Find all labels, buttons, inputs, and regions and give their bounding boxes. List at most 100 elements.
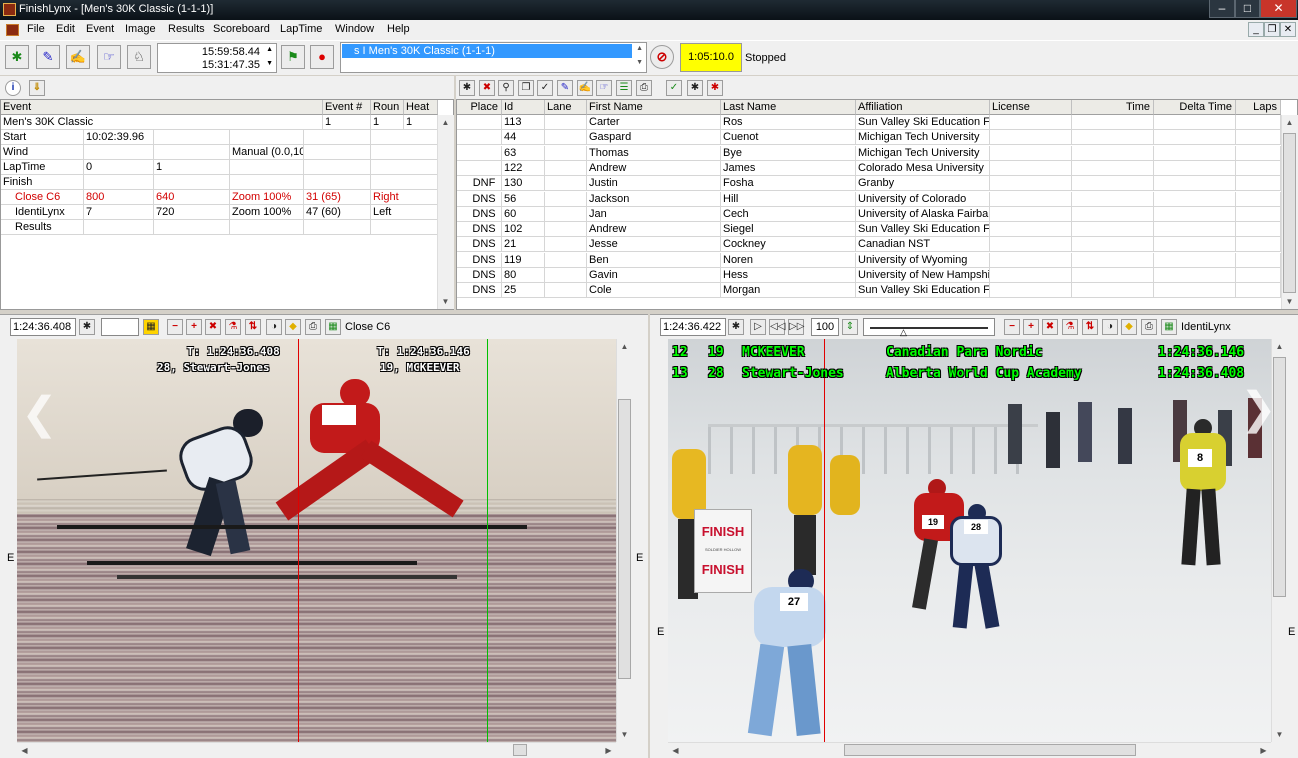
event-detail-row[interactable]: Finish [1, 175, 438, 190]
left-split-icon[interactable]: ⚗ [225, 319, 241, 335]
results-edit-icon[interactable]: ✎ [557, 80, 573, 96]
results-check-icon[interactable]: ✓ [537, 80, 553, 96]
left-hscroll-right-icon[interactable]: ▶ [601, 743, 616, 758]
edit-event-icon[interactable]: ✍ [66, 45, 90, 69]
results-star-icon[interactable]: ✱ [687, 80, 703, 96]
event-detail-row[interactable]: Wind Manual (0.0,10.0) [1, 145, 438, 160]
result-row[interactable]: 122 Andrew James Colorado Mesa University [457, 160, 1281, 176]
event-detail-row[interactable]: LapTime 0 1 [1, 160, 438, 175]
right-vscroll-down-icon[interactable]: ▼ [1272, 727, 1287, 742]
right-brightness-icon[interactable]: ◆ [1121, 319, 1137, 335]
results-accept-icon[interactable]: ✓ [666, 80, 682, 96]
left-vscroll-up-icon[interactable]: ▲ [617, 339, 632, 354]
scroll-up-icon[interactable]: ▲ [438, 115, 453, 130]
results-capture-icon[interactable]: ✱ [459, 80, 475, 96]
next-event-icon[interactable]: ☞ [97, 45, 121, 69]
prev-image-icon[interactable]: ❮ [21, 384, 58, 444]
right-camera-image[interactable]: FINISH SOLDIER HOLLOW FINISH 27 19 28 8 … [668, 339, 1271, 742]
right-print-icon[interactable]: ⎙ [1141, 319, 1157, 335]
event-scroll-up-icon[interactable]: ▲ [636, 45, 643, 52]
menu-edit[interactable]: Edit [56, 23, 75, 35]
right-delete-icon[interactable]: ✖ [1042, 319, 1058, 335]
results-scroll-thumb[interactable] [1283, 133, 1296, 293]
left-hscroll-thumb[interactable] [513, 744, 527, 756]
time-spin-up-icon[interactable]: ▲ [266, 46, 273, 53]
right-cursor-icon[interactable]: ⇅ [1082, 319, 1098, 335]
left-cursor-icon[interactable]: ⇅ [245, 319, 261, 335]
left-id-input[interactable] [101, 318, 139, 336]
left-delete-icon[interactable]: ✖ [205, 319, 221, 335]
result-row[interactable]: DNS 25 Cole Morgan Sun Valley Ski Education … [457, 283, 1281, 299]
left-hscroll-left-icon[interactable]: ◀ [17, 743, 32, 758]
result-row[interactable]: DNS 80 Gavin Hess University of New Hampshi [457, 268, 1281, 283]
left-print-icon[interactable]: ⎙ [305, 319, 321, 335]
down-arrow-icon[interactable]: ⇓ [29, 80, 45, 96]
event-grid-scrollbar[interactable]: ▲ ▼ [437, 115, 454, 309]
col-laps[interactable]: Laps [1236, 100, 1281, 115]
right-vscroll-up-icon[interactable]: ▲ [1272, 339, 1287, 354]
results-scroll-down-icon[interactable]: ▼ [1282, 294, 1297, 309]
no-runner-icon[interactable]: ⊘ [650, 45, 674, 69]
minimize-button[interactable]: – [1209, 0, 1235, 18]
right-capture-icon[interactable]: ✱ [728, 319, 744, 335]
left-vscroll-down-icon[interactable]: ▼ [617, 727, 632, 742]
scroll-down-icon[interactable]: ▼ [438, 294, 453, 309]
event-scroll-down-icon[interactable]: ▼ [636, 59, 643, 66]
rewind-icon[interactable]: ◁◁ [769, 319, 785, 335]
event-detail-row[interactable]: IdentiLynx 7 720 Zoom 100% 47 (60) Left [1, 205, 438, 220]
playback-slider[interactable]: △ [863, 318, 995, 337]
col-lane[interactable]: Lane [545, 100, 587, 115]
event-detail-row[interactable]: Results [1, 220, 438, 235]
col-affiliation[interactable]: Affiliation [856, 100, 990, 115]
right-grid-icon[interactable]: ▦ [1161, 319, 1177, 335]
menu-file[interactable]: File [27, 23, 45, 35]
left-image-vscroll[interactable]: ▲ ▼ [616, 339, 633, 742]
col-delta-time[interactable]: Delta Time [1154, 100, 1236, 115]
left-zoom-in-icon[interactable]: + [186, 319, 202, 335]
left-calendar-icon[interactable]: ▦ [143, 319, 159, 335]
mdi-minimize-button[interactable]: _ [1248, 22, 1264, 37]
menu-results[interactable]: Results [168, 23, 205, 35]
result-row[interactable]: 63 Thomas Bye Michigan Tech University [457, 145, 1281, 161]
event-detail-row[interactable]: Start 10:02:39.96 [1, 130, 438, 145]
menu-event[interactable]: Event [86, 23, 114, 35]
left-capture-icon[interactable]: ✱ [79, 319, 95, 335]
right-hscroll-right-icon[interactable]: ▶ [1256, 743, 1271, 758]
left-grid-icon[interactable]: ▦ [325, 319, 341, 335]
event-selector[interactable]: s I Men's 30K Classic (1-1-1) ▲ ▼ [340, 42, 647, 73]
right-hscroll-left-icon[interactable]: ◀ [668, 743, 683, 758]
right-contrast-icon[interactable]: ◑ [1102, 319, 1118, 335]
right-zoom-in-icon[interactable]: + [1023, 319, 1039, 335]
results-scrollbar[interactable]: ▲ ▼ [1281, 115, 1298, 309]
col-license[interactable]: License [990, 100, 1072, 115]
result-row[interactable]: DNS 119 Ben Noren University of Wyoming [457, 252, 1281, 268]
results-delete-icon[interactable]: ✖ [479, 80, 495, 96]
results-tree-icon[interactable]: ☰ [616, 80, 632, 96]
sensor-icon[interactable]: ⚑ [281, 45, 305, 69]
left-finish-image[interactable]: ❮ T: 1:24:36.408 28, Stewart-Jones T: 1:… [17, 339, 616, 742]
speed-icon[interactable]: ⇕ [842, 319, 858, 335]
fast-forward-icon[interactable]: ▷▷ [788, 319, 804, 335]
play-icon[interactable]: ▷ [750, 319, 766, 335]
col-first-name[interactable]: First Name [587, 100, 721, 115]
info-icon[interactable]: i [5, 80, 21, 96]
result-row[interactable]: DNS 60 Jan Cech University of Alaska Fairban [457, 206, 1281, 222]
time-spin-down-icon[interactable]: ▼ [266, 60, 273, 67]
mdi-close-button[interactable]: ✕ [1280, 22, 1296, 37]
results-scroll-up-icon[interactable]: ▲ [1282, 115, 1297, 130]
col-last-name[interactable]: Last Name [721, 100, 856, 115]
open-event-icon[interactable]: ✎ [36, 45, 60, 69]
col-id[interactable]: Id [502, 100, 545, 115]
result-row[interactable]: 44 Gaspard Cuenot Michigan Tech University [457, 130, 1281, 146]
menu-app-icon[interactable] [6, 24, 19, 36]
result-row[interactable]: DNF 130 Justin Fosha Granby [457, 176, 1281, 192]
menu-window[interactable]: Window [335, 23, 374, 35]
results-copy-icon[interactable]: ❐ [518, 80, 534, 96]
result-row[interactable]: 113 Carter Ros Sun Valley Ski Education Fn [457, 115, 1281, 130]
result-row[interactable]: DNS 21 Jesse Cockney Canadian NST [457, 237, 1281, 253]
results-next-icon[interactable]: ☞ [596, 80, 612, 96]
runner-icon[interactable]: ♘ [127, 45, 151, 69]
right-vscroll-thumb[interactable] [1273, 357, 1286, 597]
right-zoom-out-icon[interactable]: − [1004, 319, 1020, 335]
results-find-icon[interactable]: ⚲ [498, 80, 514, 96]
